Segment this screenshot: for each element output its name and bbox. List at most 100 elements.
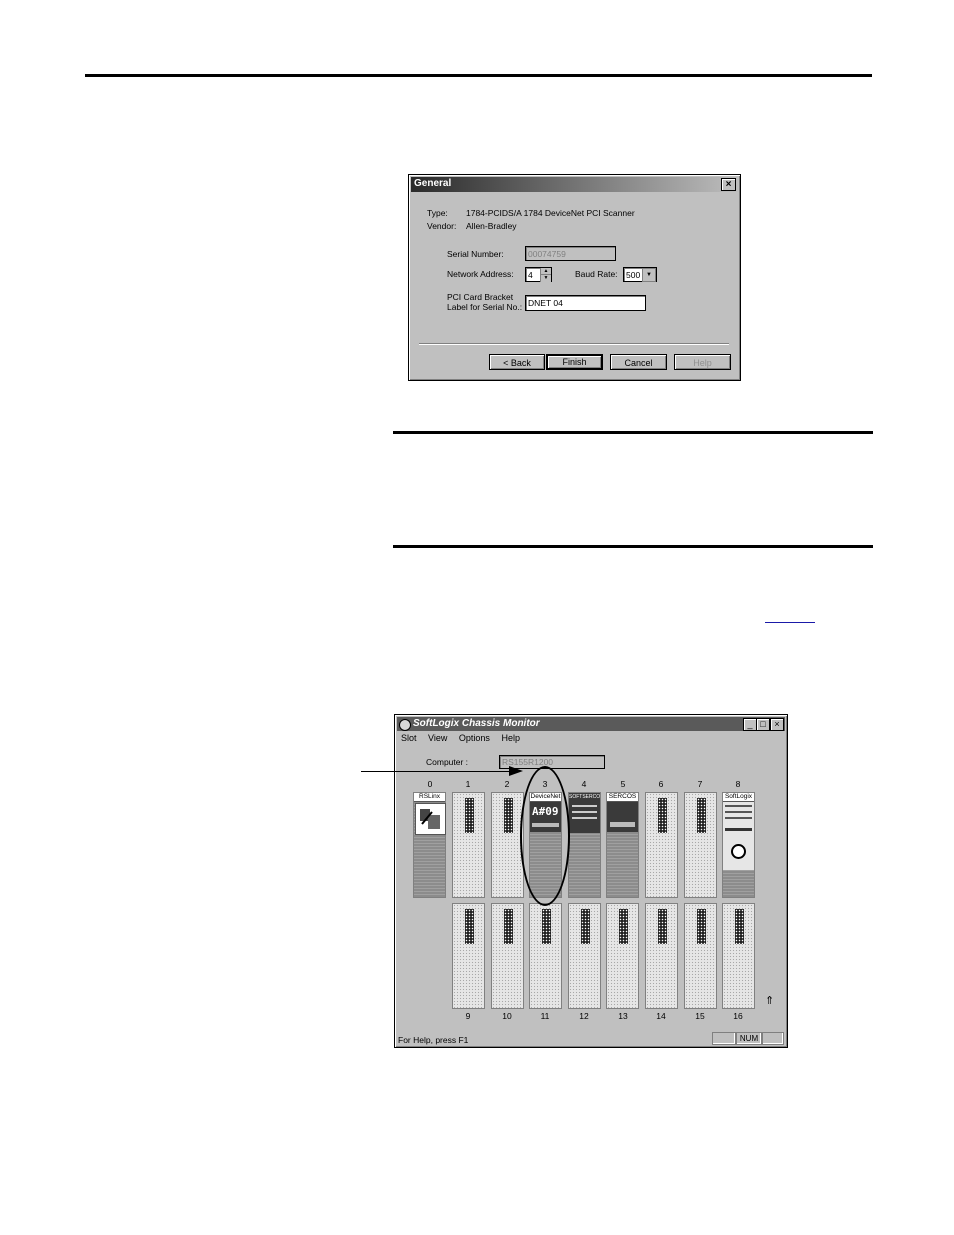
- slot-number-11: 11: [540, 1011, 550, 1021]
- slot-8-softlogix-module[interactable]: SoftLogix: [722, 792, 755, 898]
- finish-button[interactable]: Finish: [546, 354, 603, 370]
- slot-7-empty[interactable]: [684, 792, 717, 898]
- type-label: Type:: [427, 208, 448, 218]
- callout-arrow-line: [361, 771, 512, 772]
- menu-options[interactable]: Options: [459, 733, 490, 743]
- slot-15-empty[interactable]: [684, 903, 717, 1009]
- slot-number-1: 1: [465, 779, 471, 789]
- connector-icon: [465, 909, 474, 944]
- network-address-value: 4: [528, 270, 533, 280]
- spin-up-icon[interactable]: ▲: [541, 268, 551, 275]
- slot-6-empty[interactable]: [645, 792, 678, 898]
- led-bar: [572, 805, 597, 807]
- bracket-label-line1: PCI Card Bracket: [447, 292, 514, 302]
- slot-9-empty[interactable]: [452, 903, 485, 1009]
- connector-icon: [658, 798, 667, 833]
- callout-arrow-icon: [509, 766, 523, 776]
- rslinx-icon: [415, 803, 446, 835]
- window-titlebar: SoftLogix Chassis Monitor _ □ ×: [397, 717, 785, 731]
- connector-icon: [619, 909, 628, 944]
- slot-1-empty[interactable]: [452, 792, 485, 898]
- slot-2-empty[interactable]: [491, 792, 524, 898]
- status-text: For Help, press F1: [398, 1035, 469, 1045]
- top-rule: [85, 74, 872, 77]
- serial-number-field: 00074759: [525, 246, 616, 261]
- bracket-label-input[interactable]: DNET 04: [525, 295, 646, 311]
- connector-icon: [697, 798, 706, 833]
- slot-11-empty[interactable]: [529, 903, 562, 1009]
- collapse-icon[interactable]: ⇑: [765, 994, 774, 1007]
- spin-buttons[interactable]: ▲ ▼: [540, 268, 551, 282]
- chassis-monitor-window: SoftLogix Chassis Monitor _ □ × Slot Vie…: [394, 714, 788, 1048]
- num-indicator: NUM: [736, 1032, 762, 1045]
- slot-16-empty[interactable]: [722, 903, 755, 1009]
- chevron-down-icon[interactable]: ▼: [642, 268, 656, 282]
- maximize-icon[interactable]: □: [756, 718, 770, 731]
- connector-icon: [697, 909, 706, 944]
- slot-12-empty[interactable]: [568, 903, 601, 1009]
- back-button[interactable]: < Back: [489, 354, 545, 370]
- baud-rate-value: 500: [626, 270, 641, 280]
- slot-0-rslinx-module[interactable]: RSLinx: [413, 792, 446, 898]
- status-leds: [610, 822, 635, 827]
- window-title: SoftLogix Chassis Monitor: [413, 718, 540, 729]
- serial-label: Serial Number:: [447, 249, 504, 259]
- keyswitch-icon[interactable]: [731, 844, 746, 859]
- led-bar: [725, 805, 752, 807]
- slot-number-13: 13: [618, 1011, 628, 1021]
- slot-number-6: 6: [658, 779, 664, 789]
- slot-number-8: 8: [735, 779, 741, 789]
- mode-switch-labels: [725, 828, 752, 831]
- slot-number-5: 5: [620, 779, 626, 789]
- close-icon[interactable]: ×: [770, 718, 784, 731]
- menu-view[interactable]: View: [428, 733, 447, 743]
- baud-rate-label: Baud Rate:: [575, 269, 618, 279]
- slot-5-panel: [607, 802, 638, 832]
- spin-down-icon[interactable]: ▼: [541, 275, 551, 281]
- slot-5-module[interactable]: SERCOS: [606, 792, 639, 898]
- help-button: Help: [674, 354, 731, 370]
- slot-4-label: SOFTSERCOS: [569, 794, 600, 800]
- slot-4-module[interactable]: SOFTSERCOS: [568, 792, 601, 898]
- slot-number-4: 4: [581, 779, 587, 789]
- slot-10-empty[interactable]: [491, 903, 524, 1009]
- slot-4-panel: SOFTSERCOS: [569, 793, 600, 833]
- close-icon[interactable]: ×: [721, 178, 736, 191]
- connector-icon: [504, 909, 513, 944]
- led-bar: [725, 811, 752, 813]
- dialog-titlebar: General ×: [411, 177, 738, 192]
- softlogix-label: SoftLogix: [723, 793, 754, 802]
- vendor-value: Allen-Bradley: [466, 221, 517, 231]
- menu-slot[interactable]: Slot: [401, 733, 417, 743]
- led-bar: [572, 817, 597, 819]
- button-separator: [419, 343, 729, 345]
- slot-number-0: 0: [427, 779, 433, 789]
- connector-icon: [504, 798, 513, 833]
- section-rule-top: [393, 431, 873, 434]
- slot-5-label: SERCOS: [607, 793, 638, 802]
- app-icon: [399, 719, 411, 731]
- network-address-stepper[interactable]: 4 ▲ ▼: [525, 267, 552, 282]
- menu-help[interactable]: Help: [501, 733, 520, 743]
- bracket-label-line2: Label for Serial No.:: [447, 302, 523, 312]
- slot-number-7: 7: [697, 779, 703, 789]
- minimize-icon[interactable]: _: [743, 718, 757, 731]
- connector-icon: [581, 909, 590, 944]
- type-value: 1784-PCIDS/A 1784 DeviceNet PCI Scanner: [466, 208, 635, 218]
- rslinx-label: RSLinx: [414, 793, 445, 802]
- slot-14-empty[interactable]: [645, 903, 678, 1009]
- highlight-ellipse: [520, 766, 570, 906]
- section-rule-bottom: [393, 545, 873, 548]
- slot-number-2: 2: [504, 779, 510, 789]
- led-bar: [725, 817, 752, 819]
- softlogix-panel: [723, 802, 754, 870]
- status-panel-empty: [762, 1032, 784, 1045]
- baud-rate-select[interactable]: 500 ▼: [623, 267, 657, 282]
- link-underline[interactable]: [765, 622, 815, 623]
- slot-number-9: 9: [465, 1011, 471, 1021]
- vendor-label: Vendor:: [427, 221, 457, 231]
- slot-13-empty[interactable]: [606, 903, 639, 1009]
- connector-icon: [542, 909, 551, 944]
- cancel-button[interactable]: Cancel: [610, 354, 667, 370]
- slot-number-14: 14: [656, 1011, 666, 1021]
